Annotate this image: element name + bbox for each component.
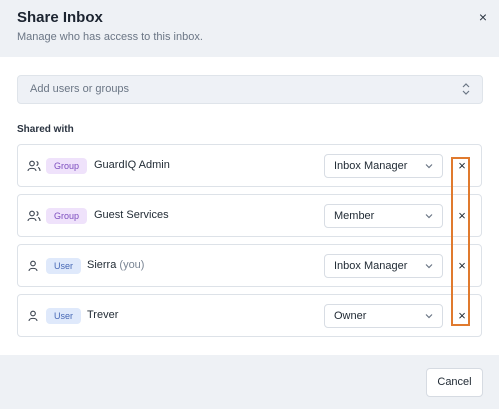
remove-button[interactable]: × bbox=[455, 159, 469, 173]
member-name: Guest Services bbox=[94, 209, 169, 221]
close-icon[interactable]: × bbox=[476, 9, 490, 25]
role-select[interactable]: Inbox Manager bbox=[324, 254, 443, 278]
shared-row: Group Guest Services Member × bbox=[17, 194, 482, 237]
role-select[interactable]: Member bbox=[324, 204, 443, 228]
updown-chevron-icon bbox=[462, 83, 470, 95]
role-value: Member bbox=[334, 210, 375, 222]
add-users-placeholder: Add users or groups bbox=[30, 83, 130, 95]
shared-row: User Sierra (you) Inbox Manager × bbox=[17, 244, 482, 287]
role-select[interactable]: Owner bbox=[324, 304, 443, 328]
role-value: Inbox Manager bbox=[334, 260, 408, 272]
dialog-body: Add users or groups Shared with Group Gu… bbox=[0, 57, 499, 355]
member-name: GuardIQ Admin bbox=[94, 159, 170, 171]
users-icon bbox=[27, 210, 41, 222]
group-badge: Group bbox=[46, 208, 88, 224]
role-select[interactable]: Inbox Manager bbox=[324, 154, 443, 178]
add-users-or-groups-select[interactable]: Add users or groups bbox=[17, 75, 483, 104]
chevron-down-icon bbox=[425, 164, 433, 169]
role-value: Owner bbox=[334, 310, 367, 322]
user-icon bbox=[28, 310, 38, 322]
member-name: Trever bbox=[87, 309, 119, 321]
shared-with-label: Shared with bbox=[17, 124, 74, 135]
shared-row: User Trever Owner × bbox=[17, 294, 482, 337]
dialog-footer: Cancel bbox=[0, 355, 499, 409]
group-badge: Group bbox=[46, 158, 88, 174]
users-icon bbox=[27, 160, 41, 172]
remove-button[interactable]: × bbox=[455, 259, 469, 273]
dialog-subtitle: Manage who has access to this inbox. bbox=[17, 31, 203, 43]
member-name: Sierra (you) bbox=[87, 259, 145, 271]
cancel-button[interactable]: Cancel bbox=[426, 368, 483, 397]
user-badge: User bbox=[46, 308, 82, 324]
dialog-header: Share Inbox Manage who has access to thi… bbox=[0, 0, 499, 57]
role-value: Inbox Manager bbox=[334, 160, 408, 172]
you-indicator: (you) bbox=[119, 259, 145, 271]
chevron-down-icon bbox=[425, 314, 433, 319]
user-icon bbox=[28, 260, 38, 272]
user-badge: User bbox=[46, 258, 82, 274]
shared-row: Group GuardIQ Admin Inbox Manager × bbox=[17, 144, 482, 187]
dialog-title: Share Inbox bbox=[17, 9, 103, 26]
share-inbox-dialog: Share Inbox Manage who has access to thi… bbox=[0, 0, 499, 409]
chevron-down-icon bbox=[425, 214, 433, 219]
remove-button[interactable]: × bbox=[455, 209, 469, 223]
chevron-down-icon bbox=[425, 264, 433, 269]
remove-button[interactable]: × bbox=[455, 309, 469, 323]
